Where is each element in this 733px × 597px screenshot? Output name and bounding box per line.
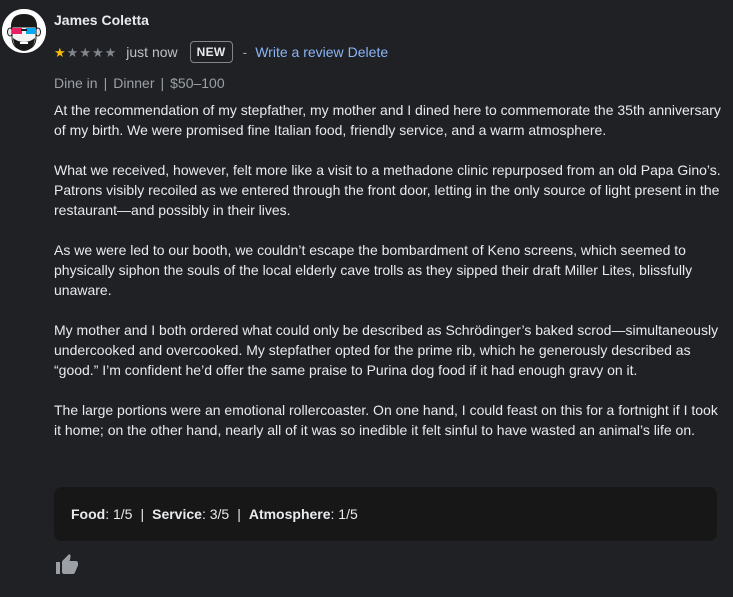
- star-rating: ★ ★ ★ ★ ★: [54, 46, 116, 59]
- rating-separator: |: [237, 506, 241, 522]
- review-paragraph: What we received, however, felt more lik…: [54, 162, 721, 218]
- thumbs-up-icon: [56, 554, 78, 574]
- tag-price-range: $50–100: [170, 75, 225, 91]
- like-button[interactable]: [54, 553, 80, 577]
- star-filled-icon: ★: [54, 44, 66, 60]
- sub-ratings-box: Food: 1/5 | Service: 3/5 | Atmosphere: 1/5: [54, 487, 717, 541]
- food-rating-value: : 1/5: [105, 506, 133, 522]
- tag-separator: |: [160, 75, 165, 91]
- food-rating-label: Food: [71, 506, 106, 522]
- review-paragraph: My mother and I both ordered what could …: [54, 322, 719, 378]
- star-empty-icon: ★: [91, 44, 104, 60]
- review-paragraph: As we were led to our booth, we couldn’t…: [54, 242, 693, 298]
- atmosphere-rating-label: Atmosphere: [248, 506, 331, 522]
- write-review-link[interactable]: Write a review: [255, 44, 343, 60]
- tag-separator: |: [103, 75, 108, 91]
- avatar[interactable]: [2, 9, 46, 53]
- star-empty-icon: ★: [66, 44, 79, 60]
- review-paragraph: At the recommendation of my stepfather, …: [54, 102, 721, 138]
- tag-meal-type: Dinner: [113, 75, 155, 91]
- service-rating-value: : 3/5: [201, 506, 230, 522]
- review-meta-row: ★ ★ ★ ★ ★ just now NEW - Write a review Dele…: [54, 40, 388, 64]
- avatar-icon: [2, 9, 46, 53]
- review-paragraph: The large portions were an emotional rol…: [54, 402, 718, 438]
- star-empty-icon: ★: [79, 44, 91, 60]
- delete-review-link[interactable]: Delete: [348, 44, 388, 60]
- rating-separator: |: [140, 506, 145, 522]
- separator-dash: -: [242, 44, 248, 60]
- service-rating-label: Service: [152, 506, 202, 522]
- review-tags: Dine in | Dinner | $50–100: [54, 75, 225, 91]
- reviewer-name[interactable]: James Coletta: [54, 12, 149, 28]
- atmosphere-rating-value: : 1/5: [330, 506, 358, 522]
- tag-service-type: Dine in: [54, 75, 98, 91]
- review-body: At the recommendation of my stepfather, …: [54, 100, 724, 460]
- review-time: just now: [126, 44, 178, 60]
- star-empty-icon: ★: [104, 44, 117, 60]
- new-badge: NEW: [189, 41, 233, 63]
